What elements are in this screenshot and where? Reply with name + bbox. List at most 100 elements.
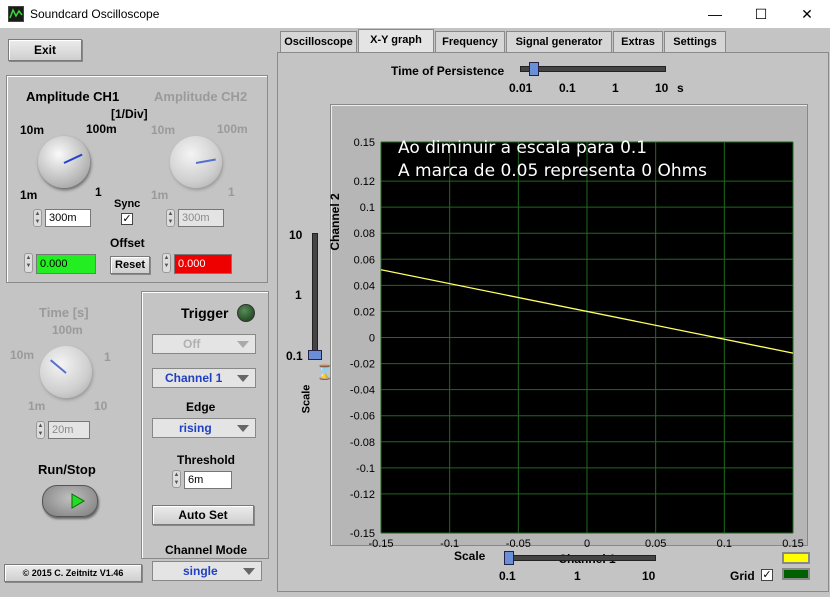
ch1-amplitude-knob[interactable] (38, 136, 90, 188)
time-mark-10: 10 (94, 399, 108, 413)
threshold-label: Threshold (177, 453, 236, 467)
copyright-label: © 2015 C. Zeitnitz V1.46 (4, 564, 142, 582)
y-tick-label: -0.04 (350, 385, 375, 397)
edge-label: Edge (186, 400, 216, 414)
ch2-knob-mark-10m: 10m (151, 123, 176, 137)
channel-mode-value: single (183, 564, 218, 578)
reset-button[interactable]: Reset (110, 256, 150, 274)
scale-y-label: Scale (300, 384, 313, 414)
run-stop-button[interactable] (42, 485, 98, 517)
trigger-led-indicator (237, 304, 255, 322)
knob-needle (195, 158, 216, 164)
scale-y-slider-track[interactable] (312, 233, 318, 357)
y-tick-label: 0.06 (354, 254, 375, 266)
unit-label: [1/Div] (111, 107, 148, 121)
y-tick-label: -0.12 (350, 489, 375, 501)
minimize-button[interactable]: — (692, 0, 738, 28)
tab-xy-graph[interactable]: X-Y graph (358, 29, 434, 53)
x-tick-label: 0 (584, 538, 590, 550)
edge-dropdown[interactable]: rising (152, 418, 256, 438)
ch1-knob-mark-100m: 100m (86, 122, 117, 136)
y-tick-label: -0.1 (356, 463, 375, 475)
scale-x-slider-track[interactable] (506, 555, 656, 561)
sync-checkbox[interactable]: ✓ (121, 213, 133, 225)
ch2-knob-mark-100m: 100m (217, 122, 248, 136)
time-mark-1: 1 (104, 350, 111, 364)
scale-y-tick: 10 (289, 228, 303, 242)
time-knob[interactable] (40, 346, 92, 398)
annotation-line-2: A marca de 0.05 representa 0 Ohms (398, 161, 708, 181)
x-tick-label: -0.05 (506, 538, 531, 550)
persistence-slider-track[interactable] (520, 66, 666, 72)
tab-extras[interactable]: Extras (613, 31, 663, 52)
chevron-down-icon (243, 568, 255, 575)
ch2-knob-mark-1: 1 (228, 185, 235, 199)
persistence-tick: 0.1 (559, 81, 576, 95)
tab-oscilloscope[interactable]: Oscilloscope (280, 31, 357, 52)
y-tick-label: -0.08 (350, 437, 375, 449)
offset-ch2-input[interactable]: 0.000 (174, 254, 232, 274)
offset-ch1-input[interactable]: 0.000 (36, 254, 96, 274)
persistence-tick: 10 (655, 81, 669, 95)
ch1-amp-stepper[interactable]: ▲ ▼ (33, 209, 42, 227)
y-tick-label: 0.04 (354, 280, 375, 292)
ch2-color-swatch[interactable] (782, 568, 810, 580)
scale-y-tick: 1 (295, 288, 302, 302)
threshold-input[interactable]: 6m (184, 471, 232, 489)
scale-x-label: Scale (454, 549, 486, 563)
ch2-amp-stepper[interactable]: ▲ ▼ (166, 209, 175, 227)
sync-label: Sync (114, 198, 141, 210)
tab-frequency[interactable]: Frequency (435, 31, 505, 52)
scale-y-slider-thumb[interactable] (308, 350, 322, 360)
grid-label: Grid (730, 569, 755, 583)
trigger-channel-value: Channel 1 (165, 371, 223, 385)
persistence-label: Time of Persistence (391, 64, 505, 78)
auto-set-button[interactable]: Auto Set (152, 505, 254, 525)
x-tick-label: 0.15 (782, 538, 803, 550)
app-client-area: Exit Amplitude CH1 Amplitude CH2 [1/Div]… (0, 28, 830, 597)
offset-ch1-stepper[interactable]: ▲ ▼ (24, 253, 33, 273)
y-tick-label: -0.15 (350, 528, 375, 540)
y-tick-label: 0.02 (354, 306, 375, 318)
annotation-line-1: Ao diminuir a escala para 0.1 (398, 138, 648, 158)
trigger-mode-dropdown[interactable]: Off (152, 334, 256, 354)
chevron-down-icon (237, 425, 249, 432)
y-tick-label: 0.1 (360, 202, 375, 214)
x-tick-label: 0.1 (717, 538, 732, 550)
ch1-amp-input[interactable]: 300m (45, 209, 91, 227)
close-button[interactable]: ✕ (784, 0, 830, 28)
knob-needle (50, 359, 67, 374)
y-tick-label: -0.02 (350, 359, 375, 371)
persistence-tick: 1 (612, 81, 619, 95)
persistence-tick: 0.01 (509, 81, 533, 95)
amplitude-ch2-label: Amplitude CH2 (154, 89, 248, 104)
grid-checkbox[interactable]: ✓ (761, 569, 773, 581)
scale-x-tick: 0.1 (499, 569, 516, 583)
trigger-label: Trigger (181, 305, 229, 321)
ch2-amplitude-knob[interactable] (170, 136, 222, 188)
y-tick-label: 0.15 (354, 137, 375, 149)
y-axis-label: Channel 2 (328, 193, 342, 251)
offset-ch2-stepper[interactable]: ▲ ▼ (162, 253, 171, 273)
tab-settings[interactable]: Settings (664, 31, 726, 52)
trigger-channel-dropdown[interactable]: Channel 1 (152, 368, 256, 388)
chevron-down-icon (237, 341, 249, 348)
scale-x-tick: 10 (642, 569, 656, 583)
edge-value: rising (179, 421, 212, 435)
ch1-color-swatch[interactable] (782, 552, 810, 564)
persistence-slider-thumb[interactable] (529, 62, 539, 76)
ch2-amp-input[interactable]: 300m (178, 209, 224, 227)
channel-mode-dropdown[interactable]: single (152, 561, 262, 581)
threshold-stepper[interactable]: ▲ ▼ (172, 470, 181, 488)
time-input[interactable]: 20m (48, 421, 90, 439)
trigger-mode-value: Off (183, 337, 201, 351)
y-tick-label: 0.08 (354, 228, 375, 240)
time-mark-100m: 100m (52, 323, 83, 337)
scale-x-slider-thumb[interactable] (504, 551, 514, 565)
tab-signal-generator[interactable]: Signal generator (506, 31, 612, 52)
time-stepper[interactable]: ▲ ▼ (36, 421, 45, 439)
exit-button[interactable]: Exit (8, 39, 82, 61)
window-title: Soundcard Oscilloscope (30, 7, 160, 21)
maximize-button[interactable]: ☐ (738, 0, 784, 28)
chevron-down-icon (237, 375, 249, 382)
